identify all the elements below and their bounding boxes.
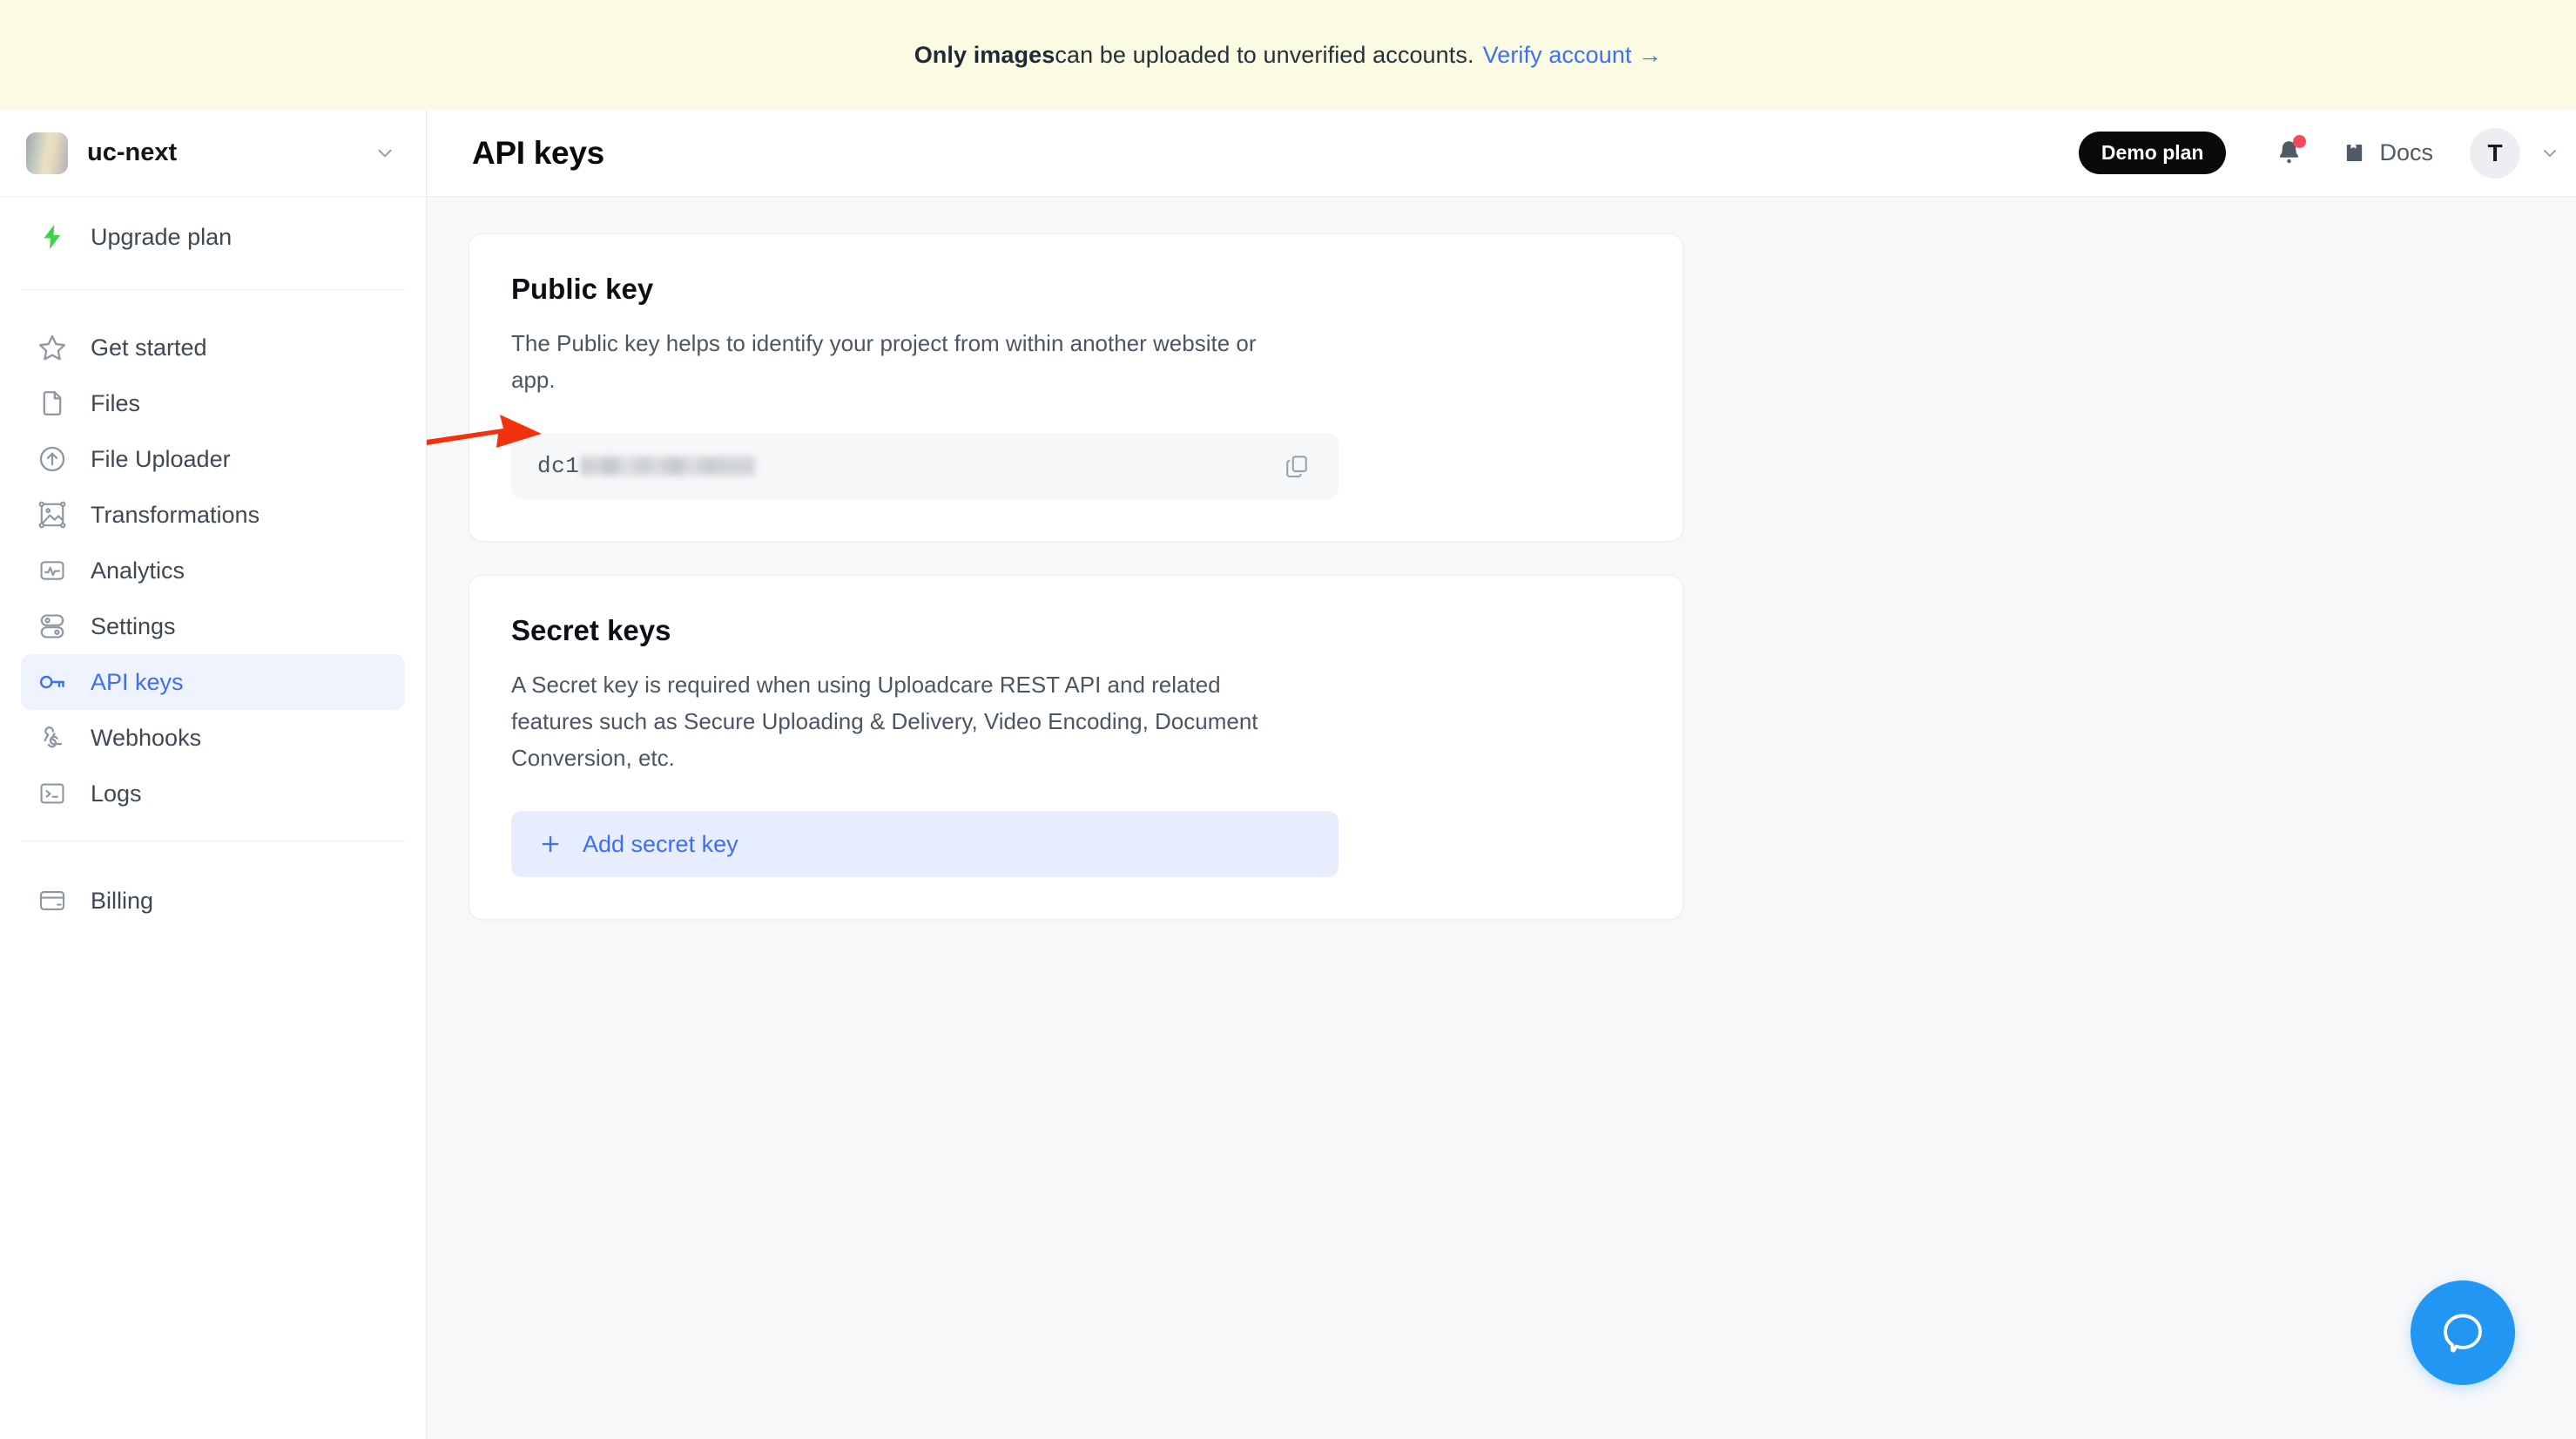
key-icon bbox=[37, 666, 68, 698]
sidebar-item-label: Settings bbox=[91, 612, 176, 639]
sidebar-item-label: Logs bbox=[91, 780, 142, 807]
sidebar-item-analytics[interactable]: Analytics bbox=[21, 543, 405, 598]
sidebar-footer-nav: Billing bbox=[0, 861, 426, 929]
public-key-value: dc1 bbox=[537, 453, 756, 479]
public-key-prefix: dc1 bbox=[537, 453, 580, 479]
image-transform-icon bbox=[37, 499, 68, 530]
file-icon bbox=[37, 388, 68, 419]
project-avatar bbox=[26, 132, 68, 174]
project-switcher[interactable]: uc-next bbox=[0, 110, 426, 197]
sidebar-item-api-keys[interactable]: API keys bbox=[21, 654, 405, 710]
sidebar-item-transformations[interactable]: Transformations bbox=[21, 487, 405, 543]
sidebar: uc-next Upgrade plan Get started Files F… bbox=[0, 110, 427, 1439]
docs-link[interactable]: Docs bbox=[2343, 139, 2433, 166]
chevron-down-icon[interactable] bbox=[2539, 143, 2560, 164]
book-icon bbox=[2347, 145, 2363, 161]
sidebar-nav: Get started Files File Uploader Transfor… bbox=[0, 307, 426, 821]
sidebar-item-label: Files bbox=[91, 389, 141, 416]
banner-text: can be uploaded to unverified accounts. bbox=[1055, 41, 1474, 68]
public-key-field[interactable]: dc1 bbox=[511, 433, 1339, 499]
sidebar-item-label: API keys bbox=[91, 668, 184, 695]
sidebar-item-label: Transformations bbox=[91, 501, 260, 528]
upload-circle-icon bbox=[37, 443, 68, 475]
plus-icon bbox=[537, 831, 563, 857]
add-secret-key-label: Add secret key bbox=[583, 830, 738, 857]
chat-bubble-icon bbox=[2444, 1314, 2482, 1353]
credit-card-icon bbox=[37, 885, 68, 916]
content-area: Public key The Public key helps to ident… bbox=[427, 197, 2576, 1439]
sidebar-item-get-started[interactable]: Get started bbox=[21, 320, 405, 375]
sidebar-item-label: Analytics bbox=[91, 557, 185, 584]
public-key-title: Public key bbox=[511, 273, 654, 305]
copy-icon[interactable] bbox=[1279, 449, 1314, 483]
public-key-card: Public key The Public key helps to ident… bbox=[469, 233, 1683, 542]
notification-unread-dot bbox=[2293, 134, 2307, 148]
chevron-down-icon bbox=[374, 142, 396, 165]
sidebar-divider-top bbox=[21, 289, 405, 290]
sidebar-item-label: Upgrade plan bbox=[91, 223, 233, 250]
sidebar-item-label: Get started bbox=[91, 334, 207, 361]
sidebar-item-settings[interactable]: Settings bbox=[21, 598, 405, 654]
sidebar-item-webhooks[interactable]: Webhooks bbox=[21, 710, 405, 766]
sidebar-item-label: File Uploader bbox=[91, 445, 231, 472]
star-icon bbox=[37, 332, 68, 363]
banner-strong-text: Only images bbox=[914, 41, 1055, 68]
page-title: API keys bbox=[472, 134, 604, 171]
project-name: uc-next bbox=[87, 138, 178, 166]
sidebar-item-upgrade-plan[interactable]: Upgrade plan bbox=[21, 209, 405, 265]
lightning-bolt-icon bbox=[37, 221, 68, 253]
docs-label: Docs bbox=[2379, 139, 2433, 166]
sidebar-item-label: Billing bbox=[91, 887, 154, 914]
app-shell: uc-next Upgrade plan Get started Files F… bbox=[0, 110, 2576, 1439]
notifications-button[interactable] bbox=[2266, 131, 2311, 176]
sidebar-item-label: Webhooks bbox=[91, 724, 202, 751]
add-secret-key-button[interactable]: Add secret key bbox=[511, 811, 1339, 877]
avatar[interactable]: T bbox=[2470, 127, 2520, 179]
help-chat-button[interactable] bbox=[2411, 1280, 2515, 1385]
secret-keys-description: A Secret key is required when using Uplo… bbox=[511, 672, 1258, 771]
toggles-icon bbox=[37, 611, 68, 642]
sidebar-upgrade-group: Upgrade plan bbox=[0, 197, 426, 274]
topbar: API keys Demo plan Docs T bbox=[427, 110, 2576, 197]
plan-badge[interactable]: Demo plan bbox=[2078, 132, 2227, 174]
terminal-icon bbox=[37, 778, 68, 809]
unverified-account-banner: Only images can be uploaded to unverifie… bbox=[0, 0, 2576, 110]
sidebar-item-file-uploader[interactable]: File Uploader bbox=[21, 431, 405, 487]
analytics-icon bbox=[37, 555, 68, 586]
public-key-description: The Public key helps to identify your pr… bbox=[511, 330, 1257, 393]
sidebar-item-billing[interactable]: Billing bbox=[21, 873, 405, 929]
sidebar-item-files[interactable]: Files bbox=[21, 375, 405, 431]
webhook-icon bbox=[37, 722, 68, 753]
topbar-actions: Demo plan Docs T bbox=[2078, 127, 2560, 179]
public-key-redacted-block bbox=[581, 456, 756, 476]
secret-keys-title: Secret keys bbox=[511, 614, 671, 646]
main-area: API keys Demo plan Docs T Public key The… bbox=[427, 110, 2576, 1439]
sidebar-item-logs[interactable]: Logs bbox=[21, 766, 405, 821]
secret-keys-card: Secret keys A Secret key is required whe… bbox=[469, 575, 1683, 920]
verify-account-link[interactable]: Verify account → bbox=[1483, 42, 1662, 69]
